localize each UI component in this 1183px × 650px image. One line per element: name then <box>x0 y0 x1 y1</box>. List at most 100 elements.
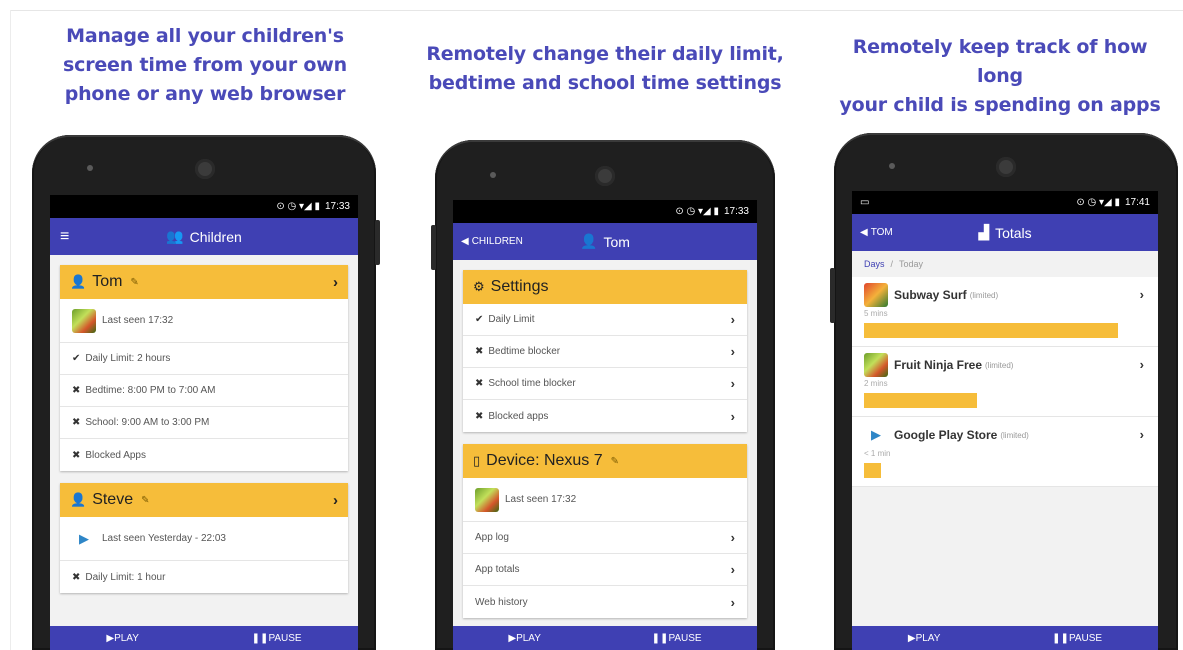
users-icon: 👥 <box>166 228 184 244</box>
settings-title: Settings <box>490 278 549 295</box>
volume-button <box>375 220 380 265</box>
app-total-item[interactable]: Fruit Ninja Free (limited) › 2 mins <box>852 347 1158 417</box>
last-seen-text: Last seen Yesterday - 22:03 <box>102 533 226 544</box>
status-time: 17:33 <box>324 201 350 212</box>
bottom-bar: ▶PLAY ❚❚PAUSE <box>50 626 358 650</box>
front-camera <box>996 157 1016 177</box>
edit-icon[interactable]: ✎ <box>141 495 149 506</box>
top-divider <box>10 10 1183 11</box>
setting-row[interactable]: ✔ Daily Limit › <box>463 304 747 336</box>
settings-card: ⚙ Settings ✔ Daily Limit › ✖ Bedtime blo… <box>463 270 747 432</box>
app-bar-title: 👥 Children <box>166 228 242 245</box>
chevron-right-icon: › <box>333 491 338 509</box>
caption-2-line: Remotely change their daily limit, <box>426 43 784 65</box>
caption-1-line: phone or any web browser <box>64 83 346 105</box>
device-link-row[interactable]: App log › <box>463 522 747 554</box>
rule-text: Daily Limit: 2 hours <box>85 353 171 364</box>
caption-1-line: Manage all your children's <box>66 25 344 47</box>
back-label: CHILDREN <box>471 236 523 247</box>
image-notification-icon: ▭ <box>860 197 870 208</box>
sensor-dot <box>889 163 895 169</box>
power-button <box>431 225 436 270</box>
status-bar: ⊙ ◷ ▾◢ ▮ 17:33 <box>50 195 358 218</box>
user-icon: 👤 <box>70 274 87 289</box>
edit-icon[interactable]: ✎ <box>611 456 619 467</box>
cross-icon: ✖ <box>72 417 81 428</box>
status-icons: ⊙ ◷ ▾◢ ▮ <box>675 206 719 217</box>
device-card: ▯ Device: Nexus 7 ✎ Last seen 17:32 App … <box>463 444 747 618</box>
cross-icon: ✖ <box>475 378 484 389</box>
child-header-steve[interactable]: 👤 Steve ✎ › <box>60 483 348 517</box>
phone-1: ⊙ ◷ ▾◢ ▮ 17:33 ≡ 👥 Children 👤 Tom ✎ › La… <box>32 135 380 650</box>
pause-button[interactable]: ❚❚PAUSE <box>252 633 302 644</box>
app-total-item[interactable]: Subway Surf (limited) › 5 mins <box>852 277 1158 347</box>
user-icon: 👤 <box>70 492 87 507</box>
pause-button[interactable]: ❚❚PAUSE <box>1052 633 1102 644</box>
rule-row: ✖ Daily Limit: 1 hour <box>60 561 348 593</box>
rule-text: Blocked Apps <box>85 449 146 461</box>
app-bar-title: ▟ Totals <box>978 224 1031 241</box>
fruit-ninja-icon <box>72 308 96 333</box>
chevron-right-icon: › <box>730 312 735 327</box>
play-button[interactable]: ▶PLAY <box>508 633 541 644</box>
setting-row[interactable]: ✖ Blocked apps › <box>463 400 747 432</box>
menu-icon[interactable]: ≡ <box>60 228 69 246</box>
fruit-ninja-icon <box>475 487 499 512</box>
child-name: Tom <box>92 273 123 290</box>
device-link-row[interactable]: Web history › <box>463 586 747 618</box>
setting-label: School time blocker <box>488 378 576 389</box>
rule-row: ✖ Bedtime: 8:00 PM to 7:00 AM <box>60 375 348 407</box>
device-link-label: App log <box>475 532 509 543</box>
play-label: PLAY <box>114 632 139 644</box>
cross-icon: ✖ <box>72 571 81 583</box>
play-icon: ▶ <box>907 632 916 644</box>
app-total-item[interactable]: ▶ Google Play Store (limited) › < 1 min <box>852 417 1158 487</box>
tab-separator: / <box>890 259 894 269</box>
check-icon: ✔ <box>475 314 484 325</box>
child-header-tom[interactable]: 👤 Tom ✎ › <box>60 265 348 299</box>
phone-1-screen: ⊙ ◷ ▾◢ ▮ 17:33 ≡ 👥 Children 👤 Tom ✎ › La… <box>50 195 358 650</box>
status-bar: ⊙ ◷ ▾◢ ▮ 17:33 <box>453 200 757 223</box>
play-button[interactable]: ▶PLAY <box>106 633 139 644</box>
usage-bar <box>864 323 1118 338</box>
cross-icon: ✖ <box>72 449 81 461</box>
device-link-row[interactable]: App totals › <box>463 554 747 586</box>
last-seen-row: Last seen 17:32 <box>463 478 747 522</box>
back-button[interactable]: ◀ CHILDREN <box>461 236 523 247</box>
tab-days[interactable]: Days <box>864 259 885 269</box>
pause-label: PAUSE <box>1068 632 1103 644</box>
chevron-right-icon: › <box>333 273 338 291</box>
status-time: 17:33 <box>723 206 749 217</box>
rule-text: Daily Limit: 1 hour <box>85 571 166 583</box>
last-seen-row: Last seen 17:32 <box>60 299 348 343</box>
pause-icon: ❚❚ <box>1052 632 1069 644</box>
subway-surf-icon <box>864 283 888 307</box>
pause-button[interactable]: ❚❚PAUSE <box>652 633 702 644</box>
play-button[interactable]: ▶PLAY <box>908 633 941 644</box>
caption-3-line: your child is spending on apps <box>839 94 1161 116</box>
edit-icon[interactable]: ✎ <box>130 277 138 288</box>
status-icons: ⊙ ◷ ▾◢ ▮ <box>1076 197 1120 208</box>
pause-label: PAUSE <box>668 632 702 644</box>
setting-row[interactable]: ✖ Bedtime blocker › <box>463 336 747 368</box>
pause-icon: ❚❚ <box>251 632 269 644</box>
left-divider <box>10 10 11 650</box>
check-icon: ✔ <box>72 353 81 364</box>
chevron-right-icon: › <box>730 344 735 359</box>
title-text: Children <box>189 228 242 245</box>
back-label: TOM <box>870 227 893 238</box>
play-label: PLAY <box>915 632 941 644</box>
rule-text: Bedtime: 8:00 PM to 7:00 AM <box>85 385 216 396</box>
app-name: Google Play Store <box>894 428 998 442</box>
tab-today[interactable]: Today <box>899 259 923 269</box>
title-text: Tom <box>603 233 630 250</box>
back-button[interactable]: ◀ TOM <box>860 227 893 238</box>
setting-label: Blocked apps <box>488 410 549 422</box>
limited-tag: (limited) <box>985 360 1014 370</box>
play-label: PLAY <box>516 632 541 644</box>
phone-3: ▭ ⊙ ◷ ▾◢ ▮ 17:41 ◀ TOM ▟ Totals Days / To… <box>830 133 1178 650</box>
usage-duration: < 1 min <box>864 449 891 458</box>
setting-row[interactable]: ✖ School time blocker › <box>463 368 747 400</box>
cross-icon: ✖ <box>475 346 484 357</box>
rule-row: ✖ Blocked Apps <box>60 439 348 471</box>
